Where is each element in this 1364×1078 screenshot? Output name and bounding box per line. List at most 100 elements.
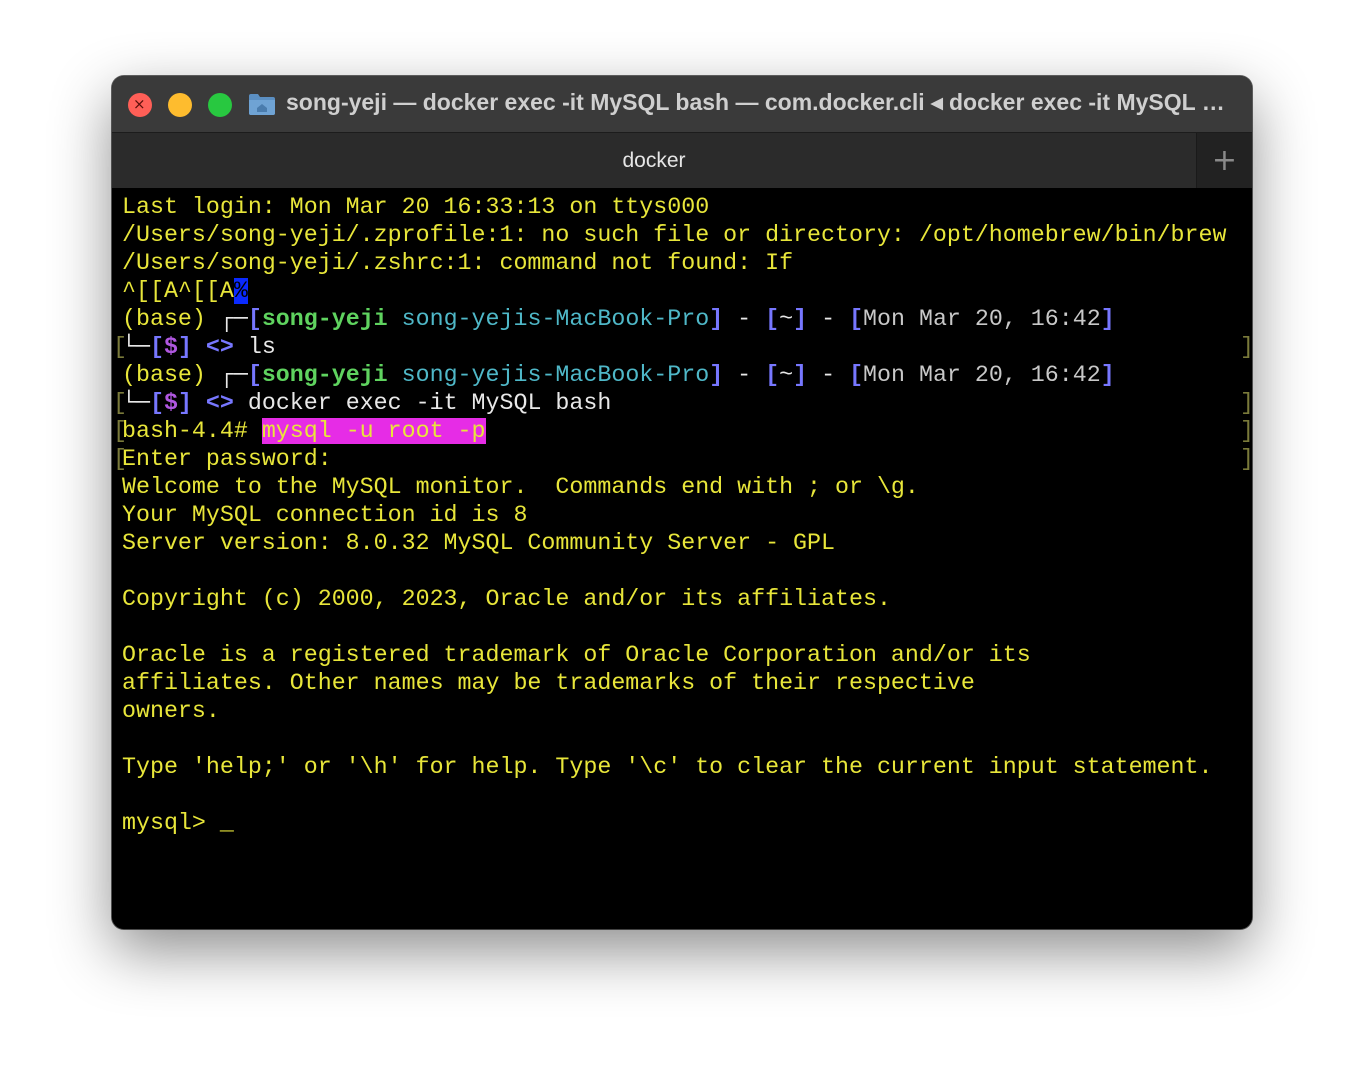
bracket: ] [1100, 306, 1115, 332]
window-title: song-yeji — docker exec -it MySQL bash —… [286, 89, 1236, 115]
welcome-text: Welcome to the MySQL monitor. Commands e… [122, 474, 919, 500]
bash-prompt: bash-4.4# [122, 418, 262, 444]
bracket: [ [849, 362, 864, 388]
trademark-text: owners. [122, 698, 220, 724]
bracket: ] [709, 362, 724, 388]
separator: - [723, 362, 766, 388]
terminal-line: /Users/song-yeji/.zprofile:1: no such fi… [122, 221, 1252, 249]
connection-id-text: Your MySQL connection id is 8 [122, 502, 528, 528]
terminal-line: Last login: Mon Mar 20 16:33:13 on ttys0… [122, 193, 1252, 221]
mysql-prompt-line[interactable]: mysql> _ [122, 809, 1252, 837]
terminal-line: owners. [122, 697, 1252, 725]
prompt-line-top: (base) ┌─[song-yeji song-yejis-MacBook-P… [122, 305, 1252, 333]
new-tab-button[interactable]: + [1197, 133, 1252, 188]
line-edge-left: [ [113, 334, 127, 360]
bracket: [ [149, 390, 164, 416]
terminal-line: ^[[A^[[A% [122, 277, 1252, 305]
prompt-corner: ┌─ [219, 306, 248, 332]
prompt-datetime: Mon Mar 20, 16:42 [863, 362, 1101, 388]
prompt-datetime: Mon Mar 20, 16:42 [863, 306, 1101, 332]
terminal-line: Copyright (c) 2000, 2023, Oracle and/or … [122, 585, 1252, 613]
tab-label: docker [622, 148, 686, 172]
prompt-host: song-yejis-MacBook-Pro [401, 362, 710, 388]
folder-icon [249, 94, 275, 115]
bracket: [ [149, 334, 164, 360]
terminal-window: × song-yeji — docker exec -it MySQL bash… [112, 76, 1252, 929]
line-edge-left: [ [113, 446, 127, 472]
escape-sequence-text: ^[[A^[[A [122, 278, 234, 304]
close-icon: × [133, 95, 146, 113]
prompt-arrows: <> [205, 390, 234, 416]
terminal-line: Welcome to the MySQL monitor. Commands e… [122, 473, 1252, 501]
terminal-line: [Enter password:] [113, 445, 1252, 473]
last-login-text: Last login: Mon Mar 20 16:33:13 on ttys0… [122, 194, 710, 220]
bracket: ] [793, 306, 808, 332]
bracket: [ [247, 362, 262, 388]
prompt-line-bottom: [└─[$] <> ls] [113, 333, 1252, 361]
close-button[interactable]: × [128, 93, 152, 117]
text-cursor: _ [219, 810, 234, 836]
prompt-user: song-yeji [261, 306, 388, 332]
prompt-dir: ~ [779, 306, 794, 332]
prompt-corner: ┌─ [219, 362, 248, 388]
line-edge-right: ] [1240, 389, 1252, 417]
minimize-button[interactable] [168, 93, 192, 117]
separator: - [723, 306, 766, 332]
separator: - [807, 362, 850, 388]
bracket: [ [765, 362, 780, 388]
highlighted-command: mysql -u root -p [261, 418, 486, 444]
bracket: ] [793, 362, 808, 388]
tab-bar: docker + [112, 132, 1252, 188]
prompt-line-bottom: [└─[$] <> docker exec -it MySQL bash] [113, 389, 1252, 417]
server-version-text: Server version: 8.0.32 MySQL Community S… [122, 530, 836, 556]
line-edge-left: [ [113, 390, 127, 416]
line-edge-right: ] [1240, 417, 1252, 445]
bracket: ] [177, 334, 192, 360]
conda-env: (base) [122, 362, 220, 388]
percent-marker: % [233, 278, 248, 304]
plus-icon: + [1211, 143, 1238, 178]
terminal-line: Server version: 8.0.32 MySQL Community S… [122, 529, 1252, 557]
bracket: [ [849, 306, 864, 332]
help-text: Type 'help;' or '\h' for help. Type '\c'… [122, 754, 1213, 780]
prompt-dir: ~ [779, 362, 794, 388]
line-edge-left: [ [113, 418, 127, 444]
prompt-host: song-yejis-MacBook-Pro [401, 306, 710, 332]
tab-docker[interactable]: docker [112, 133, 1197, 188]
trademark-text: Oracle is a registered trademark of Orac… [122, 642, 1031, 668]
trademark-text: affiliates. Other names may be trademark… [122, 670, 975, 696]
separator: - [807, 306, 850, 332]
copyright-text: Copyright (c) 2000, 2023, Oracle and/or … [122, 586, 891, 612]
bash-prompt-line: [bash-4.4# mysql -u root -p] [113, 417, 1252, 445]
password-prompt: Enter password: [122, 446, 332, 472]
zprofile-error-text: /Users/song-yeji/.zprofile:1: no such fi… [122, 222, 1227, 248]
terminal-line: Your MySQL connection id is 8 [122, 501, 1252, 529]
prompt-dollar: $ [163, 334, 178, 360]
bracket: [ [765, 306, 780, 332]
terminal-line: affiliates. Other names may be trademark… [122, 669, 1252, 697]
prompt-arrows: <> [205, 334, 234, 360]
mysql-prompt: mysql> [122, 810, 220, 836]
zoom-button[interactable] [208, 93, 232, 117]
bracket: ] [1100, 362, 1115, 388]
terminal-line: Type 'help;' or '\h' for help. Type '\c'… [122, 753, 1252, 781]
prompt-user: song-yeji [261, 362, 388, 388]
terminal-line: Oracle is a registered trademark of Orac… [122, 641, 1252, 669]
line-edge-right: ] [1240, 445, 1252, 473]
terminal-output[interactable]: Last login: Mon Mar 20 16:33:13 on ttys0… [112, 188, 1252, 929]
conda-env: (base) [122, 306, 220, 332]
terminal-line: /Users/song-yeji/.zshrc:1: command not f… [122, 249, 1252, 277]
bracket: ] [709, 306, 724, 332]
prompt-dollar: $ [163, 390, 178, 416]
zshrc-error-text: /Users/song-yeji/.zshrc:1: command not f… [122, 250, 794, 276]
bracket: ] [177, 390, 192, 416]
command-text: ls [247, 334, 276, 360]
bracket: [ [247, 306, 262, 332]
command-text: docker exec -it MySQL bash [247, 390, 612, 416]
title-bar[interactable]: × song-yeji — docker exec -it MySQL bash… [112, 76, 1252, 132]
prompt-line-top: (base) ┌─[song-yeji song-yejis-MacBook-P… [122, 361, 1252, 389]
